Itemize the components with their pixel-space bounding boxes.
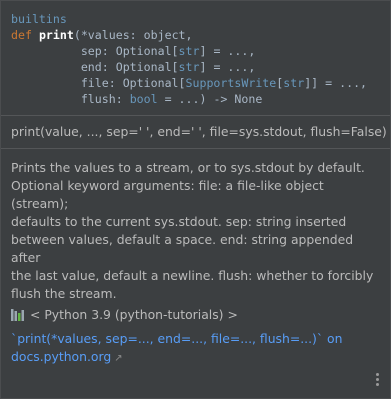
signature-block: builtins def print(*values: object, sep: …	[1, 1, 390, 116]
param-file: file: Optional[	[80, 76, 186, 90]
external-doc-link[interactable]: `print(*values, sep=..., end=..., file=.…	[1, 322, 390, 368]
type-link-str[interactable]: str	[283, 76, 304, 90]
signature-line-4: file: Optional[SupportsWrite[str]] = ...…	[11, 75, 380, 91]
dot	[376, 383, 379, 386]
doc-line: flush the stream.	[11, 286, 117, 301]
external-link-arrow-icon: ↗	[114, 353, 123, 364]
type-link-str[interactable]: str	[179, 44, 200, 58]
function-name: print	[38, 28, 74, 42]
external-link-line-2[interactable]: docs.python.org ↗	[11, 348, 380, 368]
param-sep: sep: Optional[	[80, 44, 179, 58]
signature-params-1: (*values: object,	[73, 28, 193, 42]
doc-line: Optional keyword arguments: file: a file…	[11, 178, 324, 211]
doc-line: defaults to the current sys.stdout. sep:…	[11, 214, 347, 229]
param-end-rest: ] = ...,	[199, 60, 256, 74]
short-signature: print(value, ..., sep=' ', end=' ', file…	[1, 116, 390, 149]
external-link-line-1[interactable]: `print(*values, sep=..., end=..., file=.…	[11, 330, 380, 348]
quick-documentation-popup: builtins def print(*values: object, sep: …	[0, 0, 391, 399]
signature-line-3: end: Optional[str] = ...,	[11, 59, 380, 75]
signature-line-5: flush: bool = ...) -> None	[11, 91, 380, 107]
external-link-domain[interactable]: docs.python.org	[11, 349, 111, 364]
library-icon	[11, 308, 25, 321]
param-sep-rest: ] = ...,	[199, 44, 256, 58]
module-label: builtins	[11, 12, 67, 26]
source-sdk: < Python 3.9 (python-tutorials) >	[1, 303, 390, 322]
source-label: < Python 3.9 (python-tutorials) >	[30, 307, 238, 322]
module-name: builtins	[11, 11, 380, 27]
dot	[376, 373, 379, 376]
type-link-bool[interactable]: bool	[130, 92, 158, 106]
doc-line: Prints the values to a stream, or to sys…	[11, 160, 365, 175]
dot	[376, 378, 379, 381]
def-keyword: def	[11, 28, 32, 42]
type-link-supportswrite[interactable]: SupportsWrite	[186, 76, 277, 90]
more-options-icon[interactable]	[376, 373, 380, 386]
doc-line: between values, default a space. end: st…	[11, 232, 354, 265]
signature-line-2: sep: Optional[str] = ...,	[11, 43, 380, 59]
param-flush: flush:	[80, 92, 130, 106]
param-flush-rest: = ...) -> None	[157, 92, 263, 106]
signature-line-1: def print(*values: object,	[11, 27, 380, 43]
param-file-rest: ]] = ...,	[304, 76, 368, 90]
doc-line: the last value, default a newline. flush…	[11, 268, 374, 283]
doc-description: Prints the values to a stream, or to sys…	[1, 149, 390, 303]
param-end: end: Optional[	[80, 60, 179, 74]
type-link-str[interactable]: str	[179, 60, 200, 74]
